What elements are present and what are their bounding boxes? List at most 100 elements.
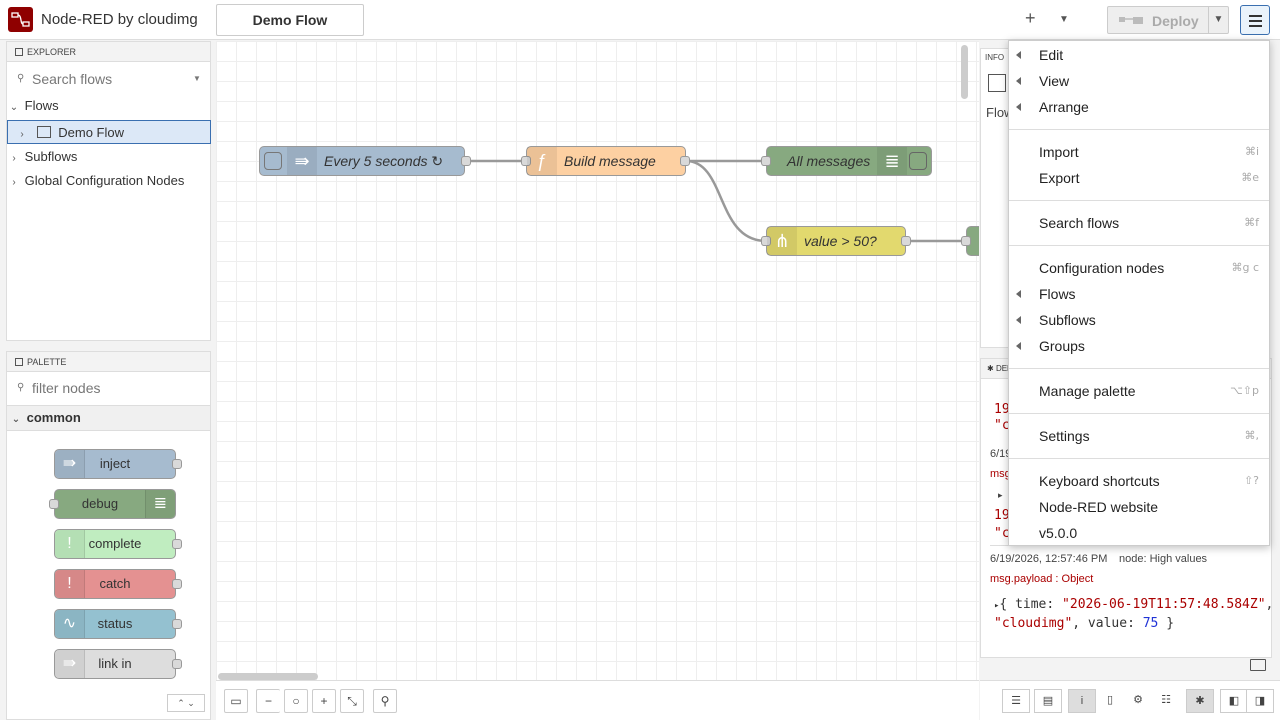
deploy-button[interactable]: Deploy ▼: [1107, 6, 1229, 34]
menu-item-manage-palette[interactable]: Manage palette ⌥⇧p: [1009, 378, 1269, 404]
palette-node-inject[interactable]: ⇛ inject: [54, 449, 182, 479]
menu-item-groups[interactable]: Groups: [1009, 333, 1269, 359]
workspace-node-inject[interactable]: ⇛ Every 5 seconds ↻: [259, 146, 471, 176]
chevron-right-icon[interactable]: ›: [7, 147, 21, 171]
chevron-down-icon[interactable]: ⌄: [7, 96, 21, 120]
search-flows-placeholder: Search flows: [32, 71, 113, 87]
chevron-down-icon[interactable]: ⌄: [9, 408, 23, 432]
filter-nodes-input[interactable]: ⚲ filter nodes: [7, 375, 210, 401]
explorer-toggle-icon[interactable]: ☰: [1002, 689, 1030, 713]
zoom-fit-icon[interactable]: ⤡: [340, 689, 364, 713]
input-port[interactable]: [761, 156, 771, 166]
menu-item-keyboard-shortcuts[interactable]: Keyboard shortcuts ⇧?: [1009, 468, 1269, 494]
main-menu-dropdown: Edit View Arrange Import ⌘i Export ⌘e Sear…: [1008, 40, 1270, 546]
menu-item-configuration-nodes[interactable]: Configuration nodes ⌘g c: [1009, 255, 1269, 281]
main-menu-button[interactable]: [1240, 5, 1270, 35]
bug-icon: ✱: [987, 364, 994, 373]
search-icon: ⚲: [17, 73, 25, 84]
debug-payload-label[interactable]: msg.payload : Object: [990, 573, 1093, 585]
zoom-in-icon[interactable]: +: [312, 689, 336, 713]
info-tab-icon[interactable]: i: [1068, 689, 1096, 713]
chevron-right-icon[interactable]: ›: [7, 171, 21, 195]
menu-item-search-flows[interactable]: Search flows ⌘f: [1009, 210, 1269, 236]
debug-toggle-button[interactable]: [909, 152, 927, 170]
menu-item-edit[interactable]: Edit: [1009, 42, 1269, 68]
palette-node-catch[interactable]: ! catch: [54, 569, 182, 599]
search-icon[interactable]: ⚲: [373, 689, 397, 713]
submenu-arrow-icon: [1016, 103, 1021, 111]
search-flows-input[interactable]: ⚲ Search flows ▼: [7, 66, 210, 92]
menu-item-export[interactable]: Export ⌘e: [1009, 165, 1269, 191]
search-dropdown-icon[interactable]: ▼: [193, 66, 201, 92]
tree-label-global-config: Global Configuration Nodes: [24, 173, 185, 188]
payload-value-value: 75: [1142, 616, 1159, 631]
palette-node-link-in[interactable]: ⇛ link in: [54, 649, 182, 679]
palette-toggle-icon[interactable]: ▤: [1034, 689, 1062, 713]
debug-bug-icon[interactable]: ✱: [1186, 689, 1214, 713]
workspace-node-partial[interactable]: [961, 226, 979, 256]
zoom-out-icon[interactable]: −: [256, 689, 280, 713]
menu-item-flows[interactable]: Flows: [1009, 281, 1269, 307]
palette-node-label: inject: [99, 456, 131, 471]
vertical-scrollbar[interactable]: [961, 45, 968, 99]
submenu-arrow-icon: [1016, 290, 1021, 298]
debug-list-icon: ≣: [877, 147, 907, 175]
app-title: Node-RED by cloudimg: [41, 11, 198, 28]
expand-arrow-icon[interactable]: ▸: [998, 490, 1003, 501]
horizontal-scrollbar[interactable]: [218, 673, 318, 680]
output-port[interactable]: [680, 156, 690, 166]
workspace-node-function[interactable]: ƒ Build message: [521, 146, 690, 176]
inject-trigger-button[interactable]: [264, 152, 282, 170]
debug-timestamp: 6/19/2026, 12:57:46 PM: [990, 553, 1108, 565]
palette-node-status[interactable]: ∿ status: [54, 609, 182, 639]
menu-item-subflows[interactable]: Subflows: [1009, 307, 1269, 333]
info-panel-title: INFO: [985, 53, 1005, 62]
menu-item-settings[interactable]: Settings ⌘,: [1009, 423, 1269, 449]
input-port[interactable]: [961, 236, 971, 246]
chevron-down-icon[interactable]: ▼: [1059, 14, 1069, 25]
palette-node-debug[interactable]: debug ≣: [49, 489, 176, 519]
inject-icon: ⇛: [287, 147, 317, 175]
tree-label-demo-flow: Demo Flow: [58, 125, 124, 140]
debug-node-name[interactable]: node: High values: [1119, 553, 1207, 565]
flow-workspace[interactable]: ⇛ Every 5 seconds ↻ ƒ Build message All …: [216, 41, 979, 680]
menu-item-import[interactable]: Import ⌘i: [1009, 139, 1269, 165]
node-label: Build message: [564, 153, 656, 169]
add-flow-icon[interactable]: +: [1025, 8, 1036, 29]
palette-category-common[interactable]: ⌄ common: [7, 405, 210, 431]
tab-demo-flow[interactable]: Demo Flow: [216, 4, 364, 36]
menu-divider: [1009, 129, 1269, 130]
config-gear-icon[interactable]: ⚙: [1124, 689, 1152, 713]
input-port: [49, 499, 59, 509]
tree-item-demo-flow[interactable]: › Demo Flow: [7, 120, 211, 144]
output-port[interactable]: [461, 156, 471, 166]
menu-item-node-red-website[interactable]: Node-RED website: [1009, 494, 1269, 520]
toggle-right-sidebar-icon[interactable]: ◨: [1246, 689, 1274, 713]
toggle-left-sidebar-icon[interactable]: ◧: [1220, 689, 1248, 713]
output-port[interactable]: [901, 236, 911, 246]
deploy-caret-icon[interactable]: ▼: [1208, 7, 1228, 33]
help-book-icon[interactable]: ▯: [1096, 689, 1124, 713]
workspace-node-switch[interactable]: ⋔ value > 50?: [761, 226, 911, 256]
menu-item-arrange[interactable]: Arrange: [1009, 94, 1269, 120]
submenu-arrow-icon: [1016, 316, 1021, 324]
shortcut-label: ⌘f: [1244, 216, 1259, 229]
palette-node-label: catch: [99, 576, 131, 591]
tree-item-subflows[interactable]: › Subflows: [7, 145, 211, 169]
tree-item-flows[interactable]: ⌄ Flows: [7, 94, 211, 118]
context-data-icon[interactable]: ☷: [1152, 689, 1180, 713]
debug-payload-object[interactable]: ▸{ time: "2026-06-19T11:57:48.584Z", sou…: [994, 596, 1271, 632]
zoom-reset-icon[interactable]: ○: [284, 689, 308, 713]
explorer-panel: EXPLORER ⚲ Search flows ▼ ⌄ Flows › Demo…: [6, 41, 211, 341]
open-in-window-icon[interactable]: [1250, 659, 1266, 671]
navigator-map-icon[interactable]: ▭: [224, 689, 248, 713]
catch-icon: !: [55, 570, 85, 598]
shortcut-label: ⌘g c: [1231, 261, 1259, 274]
menu-item-view[interactable]: View: [1009, 68, 1269, 94]
tree-item-global-config[interactable]: › Global Configuration Nodes: [7, 169, 211, 193]
workspace-node-debug[interactable]: All messages ≣: [761, 146, 932, 176]
chevron-right-icon[interactable]: ›: [15, 123, 29, 147]
palette-collapse-expand-buttons[interactable]: ⌃ ⌄: [167, 694, 205, 712]
palette-node-complete[interactable]: ! complete: [54, 529, 182, 559]
expand-arrow-icon[interactable]: ▸: [994, 601, 999, 611]
